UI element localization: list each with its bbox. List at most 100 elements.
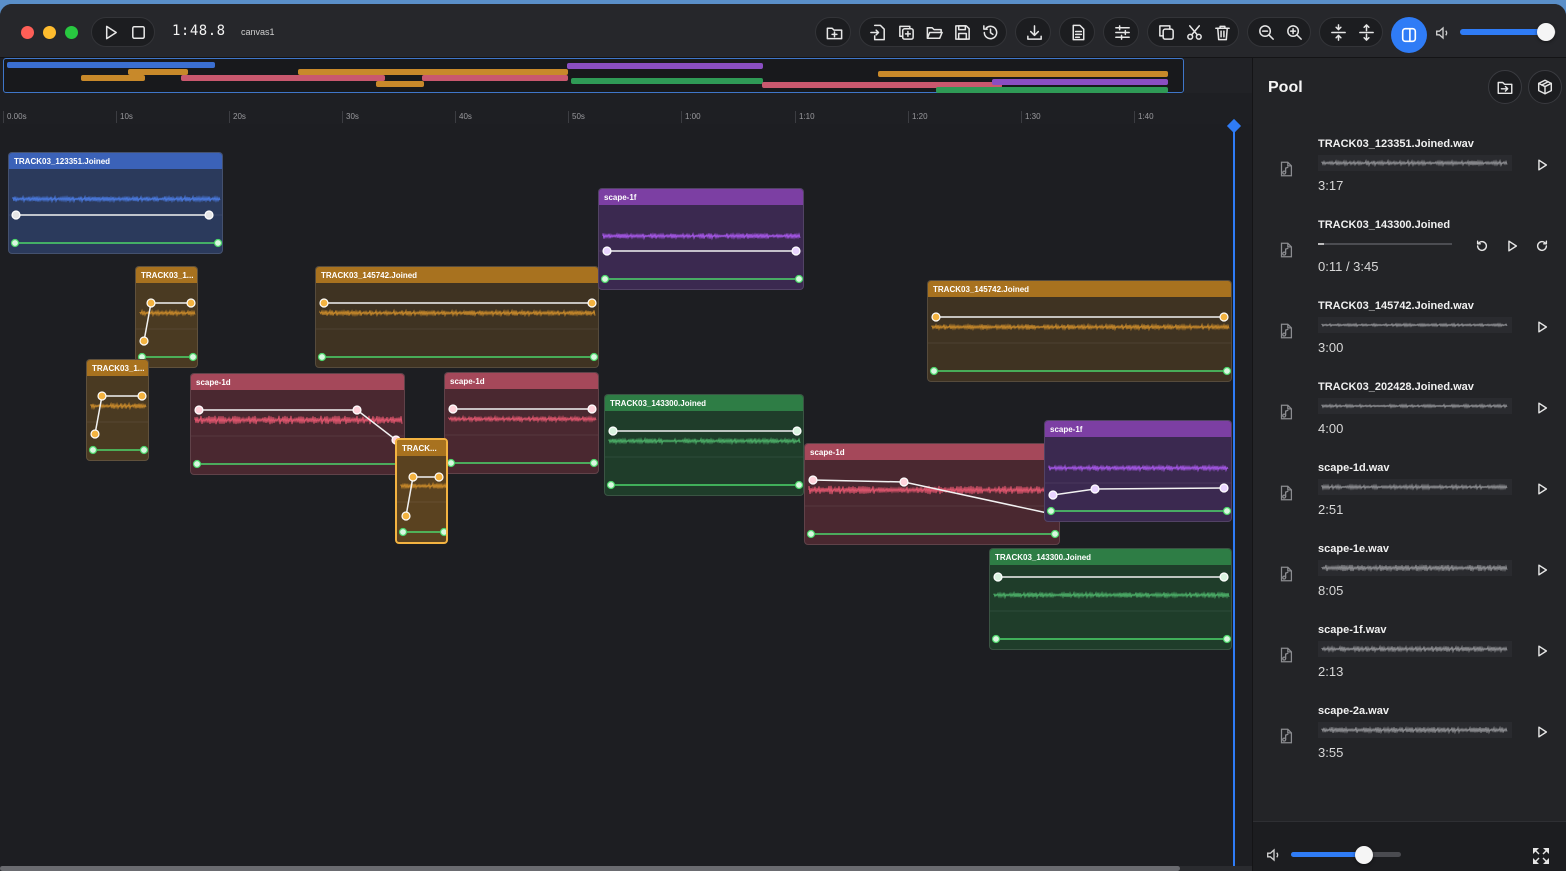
pool-play-button[interactable] xyxy=(1532,560,1552,580)
history-button[interactable] xyxy=(976,18,1004,46)
volume-envelope[interactable] xyxy=(143,302,191,342)
pan-point[interactable] xyxy=(139,445,148,455)
zoom-in-button[interactable] xyxy=(1280,18,1308,46)
close-window-button[interactable] xyxy=(21,26,34,39)
pool-item[interactable]: TRACK03_143300.Joined 0:11 / 3:45 xyxy=(1253,210,1566,291)
pan-point[interactable] xyxy=(1222,366,1231,376)
pan-point[interactable] xyxy=(10,238,20,248)
pan-point[interactable] xyxy=(600,274,610,284)
pool-item[interactable]: scape-1e.wav 8:05 xyxy=(1253,534,1566,615)
timeline-clip[interactable]: scape-1d xyxy=(190,373,405,475)
time-ruler[interactable]: 0.00s 10s 20s 30s 40s 50s 1:00 1:10 1:20… xyxy=(0,106,1252,123)
fit-view-button[interactable] xyxy=(1531,846,1553,868)
timeline-clip[interactable]: TRACK03_123351.Joined xyxy=(8,152,223,254)
expand-button[interactable] xyxy=(1352,18,1380,46)
envelope-point[interactable] xyxy=(1048,490,1058,500)
timeline-clip[interactable]: scape-1d xyxy=(804,443,1060,545)
pool-import-button[interactable] xyxy=(1488,70,1522,104)
envelope-point[interactable] xyxy=(11,210,21,220)
envelope-point[interactable] xyxy=(899,477,909,487)
import-button[interactable] xyxy=(864,18,892,46)
pan-point[interactable] xyxy=(991,634,1001,644)
pool-play-button[interactable] xyxy=(1532,317,1552,337)
volume-envelope[interactable] xyxy=(1052,487,1225,496)
envelope-point[interactable] xyxy=(1219,483,1229,493)
rewind-button[interactable] xyxy=(1472,236,1492,256)
playhead[interactable] xyxy=(1233,122,1235,867)
pan-point[interactable] xyxy=(1222,634,1231,644)
envelope-point[interactable] xyxy=(434,472,444,482)
pan-point[interactable] xyxy=(213,238,222,248)
envelope-point[interactable] xyxy=(931,312,941,322)
cut-button[interactable] xyxy=(1180,18,1208,46)
download-button[interactable] xyxy=(1020,18,1048,46)
pool-item[interactable]: TRACK03_202428.Joined.wav 4:00 xyxy=(1253,372,1566,453)
timeline-clip[interactable]: TRACK03_145742.Joined xyxy=(315,266,599,368)
pool-item[interactable]: TRACK03_123351.Joined.wav 3:17 xyxy=(1253,129,1566,210)
pool-item[interactable]: TRACK03_145742.Joined.wav 3:00 xyxy=(1253,291,1566,372)
pool-item[interactable]: scape-1d.wav 2:51 xyxy=(1253,453,1566,534)
envelope-point[interactable] xyxy=(146,298,156,308)
timeline-clip[interactable]: TRACK03_1... xyxy=(135,266,198,368)
pan-point[interactable] xyxy=(794,480,803,490)
timeline-clip[interactable]: TRACK03_143300.Joined xyxy=(604,394,804,496)
envelope-point[interactable] xyxy=(1090,484,1100,494)
zoom-window-button[interactable] xyxy=(65,26,78,39)
pool-play-button[interactable] xyxy=(1532,398,1552,418)
pool-item[interactable]: scape-1f.wav 2:13 xyxy=(1253,615,1566,696)
pan-point[interactable] xyxy=(398,527,408,537)
pool-play-button[interactable] xyxy=(1532,479,1552,499)
volume-envelope[interactable] xyxy=(812,479,1053,515)
pan-point[interactable] xyxy=(794,274,803,284)
volume-envelope[interactable] xyxy=(94,395,142,435)
scrollbar-thumb[interactable] xyxy=(0,866,1180,871)
master-volume-knob[interactable] xyxy=(1537,23,1556,41)
mixer-button[interactable] xyxy=(1108,18,1136,46)
pan-point[interactable] xyxy=(589,352,598,362)
pan-point[interactable] xyxy=(188,352,197,362)
pan-point[interactable] xyxy=(446,458,456,468)
open-folder-button[interactable] xyxy=(920,18,948,46)
envelope-point[interactable] xyxy=(792,426,802,436)
arrangement-canvas[interactable]: TRACK03_123351.Joined TRACK03_1... TRACK03… xyxy=(0,124,1252,866)
pan-point[interactable] xyxy=(439,527,448,537)
pan-point[interactable] xyxy=(88,445,98,455)
envelope-point[interactable] xyxy=(587,404,597,414)
pan-point[interactable] xyxy=(806,529,816,539)
pool-play-button[interactable] xyxy=(1532,641,1552,661)
envelope-point[interactable] xyxy=(791,246,801,256)
document-button[interactable] xyxy=(1064,18,1092,46)
horizontal-scrollbar[interactable] xyxy=(0,866,1252,871)
envelope-point[interactable] xyxy=(319,298,329,308)
envelope-point[interactable] xyxy=(408,472,418,482)
play-button[interactable] xyxy=(96,18,124,46)
pool-play-button[interactable] xyxy=(1532,722,1552,742)
pan-point[interactable] xyxy=(1046,506,1056,516)
pan-point[interactable] xyxy=(606,480,616,490)
delete-button[interactable] xyxy=(1208,18,1236,46)
timeline-clip[interactable]: TRACK03_145742.Joined xyxy=(927,280,1232,382)
canvas-name[interactable]: canvas1 xyxy=(241,27,275,37)
stop-button[interactable] xyxy=(124,18,152,46)
duplicate-file-button[interactable] xyxy=(892,18,920,46)
timeline-clip[interactable]: TRACK03_143300.Joined xyxy=(989,548,1232,650)
envelope-point[interactable] xyxy=(204,210,214,220)
envelope-point[interactable] xyxy=(352,405,362,415)
copy-button[interactable] xyxy=(1152,18,1180,46)
envelope-point[interactable] xyxy=(97,391,107,401)
envelope-point[interactable] xyxy=(448,404,458,414)
master-volume-slider[interactable] xyxy=(1460,23,1556,41)
pool-play-button[interactable] xyxy=(1502,236,1522,256)
envelope-point[interactable] xyxy=(139,336,149,346)
envelope-point[interactable] xyxy=(194,405,204,415)
envelope-point[interactable] xyxy=(186,298,196,308)
add-clip-button[interactable] xyxy=(820,18,848,46)
collapse-button[interactable] xyxy=(1324,18,1352,46)
timeline-overview[interactable] xyxy=(3,58,1184,93)
pan-point[interactable] xyxy=(929,366,939,376)
timeline-clip[interactable]: scape-1f xyxy=(598,188,804,290)
pool-play-button[interactable] xyxy=(1532,155,1552,175)
timeline-clip[interactable]: scape-1d xyxy=(444,372,599,474)
pan-point[interactable] xyxy=(317,352,327,362)
pan-point[interactable] xyxy=(192,459,202,469)
